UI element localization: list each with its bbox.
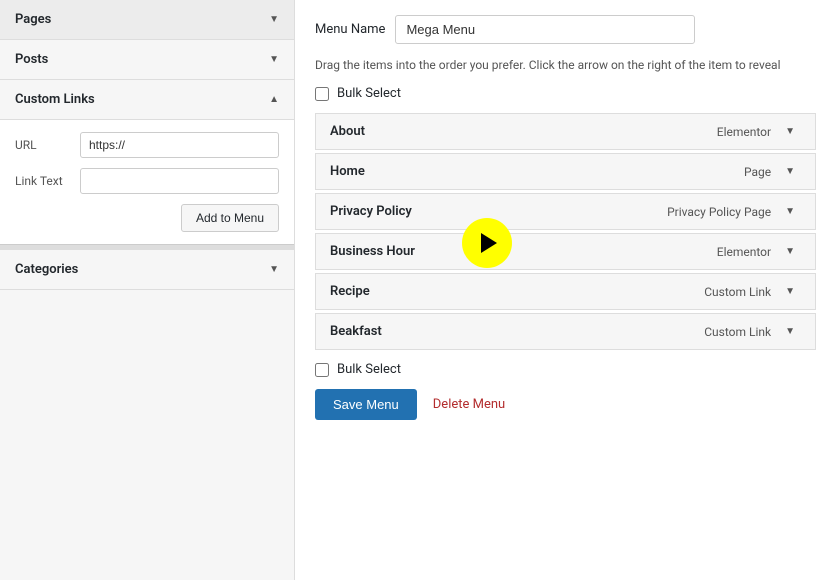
menu-item[interactable]: Business Hour Elementor ▼	[315, 233, 816, 270]
save-menu-button[interactable]: Save Menu	[315, 389, 417, 420]
menu-item-home-chevron-icon[interactable]: ▼	[779, 164, 801, 179]
menu-item-business-left: Business Hour	[330, 244, 415, 259]
pages-label: Pages	[15, 12, 51, 27]
custom-links-body: URL Link Text Add to Menu	[0, 119, 294, 244]
menu-item-privacy-left: Privacy Policy	[330, 204, 412, 219]
menu-item-about-type: Elementor	[717, 125, 771, 139]
url-input[interactable]	[80, 132, 279, 158]
link-text-label: Link Text	[15, 174, 80, 188]
menu-item-recipe-name: Recipe	[330, 284, 370, 299]
menu-item-home-name: Home	[330, 164, 365, 179]
url-row: URL	[15, 132, 279, 158]
menu-item-home-left: Home	[330, 164, 365, 179]
menu-item-recipe-type: Custom Link	[704, 285, 771, 299]
link-text-input[interactable]	[80, 168, 279, 194]
menu-item-about-right: Elementor ▼	[717, 124, 801, 139]
menu-item-business-type: Elementor	[717, 245, 771, 259]
menu-item-privacy-type: Privacy Policy Page	[667, 205, 771, 219]
menu-item-business-chevron-icon[interactable]: ▼	[779, 244, 801, 259]
menu-item-recipe-left: Recipe	[330, 284, 370, 299]
bulk-select-bottom-checkbox[interactable]	[315, 363, 329, 377]
menu-name-label: Menu Name	[315, 22, 385, 37]
menu-item-recipe-right: Custom Link ▼	[704, 284, 801, 299]
menu-item-recipe-chevron-icon[interactable]: ▼	[779, 284, 801, 299]
menu-item-about-left: About	[330, 124, 365, 139]
bulk-select-top-row: Bulk Select	[315, 86, 816, 101]
categories-section: Categories ▼	[0, 250, 294, 290]
menu-item-beakfast-chevron-icon[interactable]: ▼	[779, 324, 801, 339]
menu-item-beakfast-right: Custom Link ▼	[704, 324, 801, 339]
custom-links-chevron-icon: ▲	[269, 94, 279, 105]
menu-name-input[interactable]	[395, 15, 695, 44]
custom-links-section: Custom Links ▲ URL Link Text Add to Menu	[0, 80, 294, 250]
posts-section: Posts ▼	[0, 40, 294, 80]
menu-item-beakfast-name: Beakfast	[330, 324, 382, 339]
left-panel: Pages ▼ Posts ▼ Custom Links ▲ URL Link …	[0, 0, 295, 580]
add-to-menu-button[interactable]: Add to Menu	[181, 204, 279, 232]
menu-item-beakfast-type: Custom Link	[704, 325, 771, 339]
menu-items-list: About Elementor ▼ Home Page ▼ Privacy Po…	[315, 113, 816, 350]
bulk-select-top-checkbox[interactable]	[315, 87, 329, 101]
link-text-row: Link Text	[15, 168, 279, 194]
menu-name-row: Menu Name	[315, 15, 816, 44]
right-panel: Menu Name Drag the items into the order …	[295, 0, 836, 580]
menu-item-privacy-chevron-icon[interactable]: ▼	[779, 204, 801, 219]
categories-label: Categories	[15, 262, 78, 277]
delete-menu-link[interactable]: Delete Menu	[433, 397, 505, 412]
menu-item-home-type: Page	[744, 165, 771, 179]
pages-accordion-header[interactable]: Pages ▼	[0, 0, 294, 39]
pages-chevron-icon: ▼	[269, 14, 279, 25]
menu-item-business-right: Elementor ▼	[717, 244, 801, 259]
menu-item-privacy-name: Privacy Policy	[330, 204, 412, 219]
pages-section: Pages ▼	[0, 0, 294, 40]
menu-item[interactable]: About Elementor ▼	[315, 113, 816, 150]
menu-item-beakfast-left: Beakfast	[330, 324, 382, 339]
menu-item-about-chevron-icon[interactable]: ▼	[779, 124, 801, 139]
categories-chevron-icon: ▼	[269, 264, 279, 275]
categories-accordion-header[interactable]: Categories ▼	[0, 250, 294, 289]
menu-item-about-name: About	[330, 124, 365, 139]
custom-links-label: Custom Links	[15, 92, 95, 107]
bottom-actions: Save Menu Delete Menu	[315, 389, 816, 420]
drag-instruction: Drag the items into the order you prefer…	[315, 56, 816, 74]
posts-accordion-header[interactable]: Posts ▼	[0, 40, 294, 79]
menu-item[interactable]: Home Page ▼	[315, 153, 816, 190]
menu-item-business-name: Business Hour	[330, 244, 415, 259]
bulk-select-top-label: Bulk Select	[337, 86, 401, 101]
bulk-select-bottom-label: Bulk Select	[337, 362, 401, 377]
url-label: URL	[15, 138, 80, 152]
menu-item[interactable]: Beakfast Custom Link ▼	[315, 313, 816, 350]
menu-item[interactable]: Recipe Custom Link ▼	[315, 273, 816, 310]
bulk-select-bottom-row: Bulk Select	[315, 362, 816, 377]
posts-chevron-icon: ▼	[269, 54, 279, 65]
menu-item-home-right: Page ▼	[744, 164, 801, 179]
menu-item-privacy-right: Privacy Policy Page ▼	[667, 204, 801, 219]
posts-label: Posts	[15, 52, 48, 67]
resize-handle[interactable]	[0, 244, 294, 249]
custom-links-accordion-header[interactable]: Custom Links ▲	[0, 80, 294, 119]
menu-item[interactable]: Privacy Policy Privacy Policy Page ▼	[315, 193, 816, 230]
